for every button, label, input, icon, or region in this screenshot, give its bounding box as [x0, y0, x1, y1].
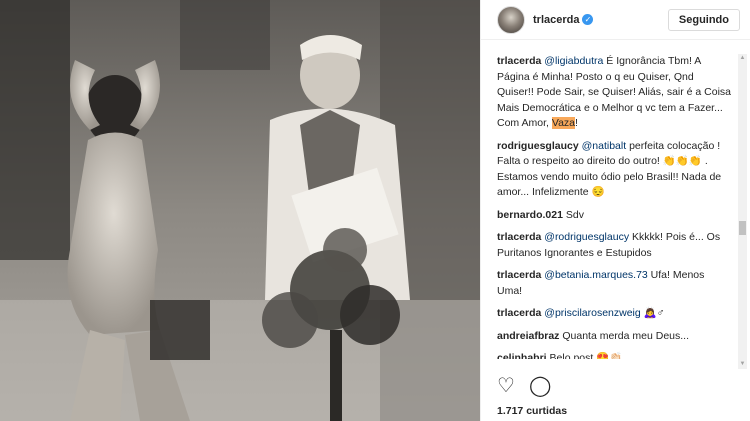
- comment-author[interactable]: trlacerda: [497, 55, 541, 67]
- username[interactable]: trlacerda: [533, 14, 579, 26]
- comment-icon[interactable]: ◯: [529, 376, 551, 396]
- following-button[interactable]: Seguindo: [667, 8, 740, 31]
- comment-author[interactable]: bernardo.021: [497, 209, 563, 221]
- mention-link[interactable]: @ligiabdutra: [544, 55, 603, 67]
- comment-item: trlacerda @rodriguesglaucy Kkkkk! Pois é…: [497, 230, 732, 261]
- comment-item: trlacerda @betania.marques.73 Ufa! Menos…: [497, 268, 732, 299]
- comment-text: Quanta merda meu Deus...: [562, 329, 690, 342]
- heart-icon[interactable]: ♡: [497, 376, 515, 396]
- comment-text: !: [575, 117, 578, 129]
- comment-item: andreiafbraz Quanta merda meu Deus...: [497, 329, 732, 345]
- highlighted-text: Vaza: [551, 117, 576, 129]
- comments-scrollbar[interactable]: ▲ ▼: [738, 54, 747, 369]
- comment-item: celinhabri Belo post 😍👏🏻: [497, 351, 732, 359]
- post-header: trlacerda ✓ Seguindo: [481, 0, 750, 40]
- comments-list: trlacerda @ligiabdutra É Ignorância Tbm!…: [497, 54, 732, 359]
- scroll-up-arrow-icon[interactable]: ▲: [738, 54, 747, 63]
- verified-icon: ✓: [582, 14, 594, 25]
- scrollbar-thumb[interactable]: [739, 221, 746, 235]
- post-photo[interactable]: [0, 0, 480, 421]
- scroll-down-arrow-icon[interactable]: ▼: [738, 360, 747, 369]
- comment-author[interactable]: trlacerda: [497, 231, 541, 243]
- post-actions: ♡ ◯: [497, 376, 551, 396]
- comment-item: rodriguesglaucy @natibalt perfeita coloc…: [497, 139, 732, 201]
- mention-link[interactable]: @natibalt: [582, 140, 627, 152]
- instagram-post: trlacerda ✓ Seguindo trlacerda @ligiabdu…: [0, 0, 750, 421]
- mention-link[interactable]: @rodriguesglaucy: [544, 231, 629, 243]
- likes-count[interactable]: 1.717 curtidas: [497, 405, 567, 417]
- post-sidebar: trlacerda ✓ Seguindo trlacerda @ligiabdu…: [480, 0, 750, 421]
- comment-text: 🙇‍♀️♂: [640, 307, 665, 319]
- mention-link[interactable]: @betania.marques.73: [544, 269, 647, 281]
- comment-author[interactable]: trlacerda: [497, 269, 541, 281]
- comment-author[interactable]: rodriguesglaucy: [497, 140, 579, 152]
- comment-author[interactable]: andreiafbraz: [497, 330, 559, 342]
- comment-item: bernardo.021 Sdv: [497, 208, 732, 224]
- avatar[interactable]: [497, 5, 525, 34]
- comment-item: trlacerda @ligiabdutra É Ignorância Tbm!…: [497, 54, 732, 132]
- comment-text: Sdv: [565, 208, 584, 221]
- comment-author[interactable]: celinhabri: [497, 352, 547, 359]
- comment-item: trlacerda @priscilarosenzweig 🙇‍♀️♂: [497, 306, 732, 322]
- comment-author[interactable]: trlacerda: [497, 307, 541, 319]
- mention-link[interactable]: @priscilarosenzweig: [544, 307, 640, 319]
- photo-illustration: [0, 0, 480, 421]
- comment-text: Belo post 😍👏🏻: [549, 352, 623, 359]
